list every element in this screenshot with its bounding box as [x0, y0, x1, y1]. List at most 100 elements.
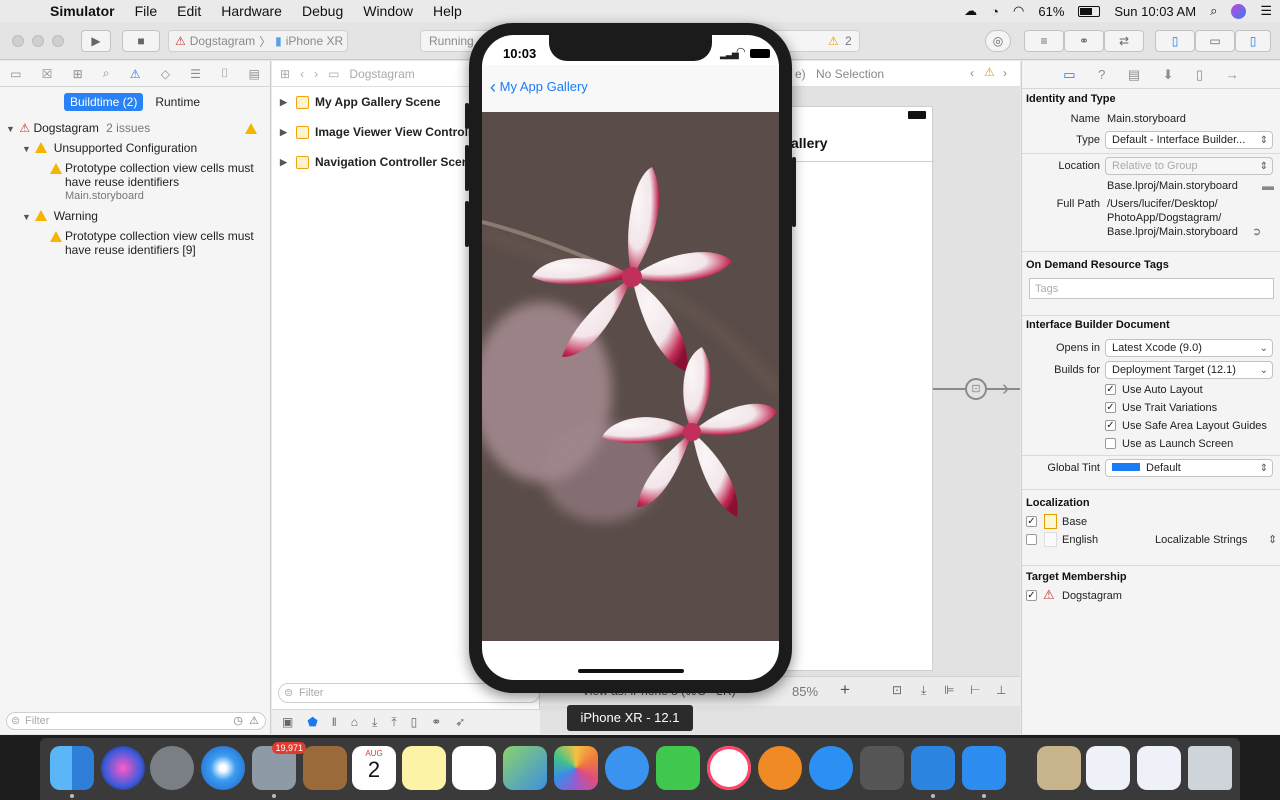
creative-cloud-icon[interactable]: ☁	[964, 3, 977, 19]
tab-buildtime[interactable]: Buildtime (2)	[63, 93, 144, 111]
issue-navigator-icon[interactable]: ⚠	[130, 67, 141, 81]
disclosure-triangle-icon[interactable]: ▶	[280, 127, 290, 138]
related-items-icon[interactable]: ⊞	[280, 67, 290, 81]
localization-english-checkbox[interactable]	[1026, 534, 1037, 545]
view-debugger-icon[interactable]: ▯	[411, 715, 418, 729]
volume-up-button[interactable]	[465, 145, 469, 191]
simulator-icon[interactable]	[962, 746, 1006, 790]
menu-file[interactable]: File	[125, 0, 168, 22]
project-issue-row[interactable]: ▼ ⚠ Dogstagram 2 issues	[0, 121, 270, 135]
tag-icon[interactable]: ⬟	[307, 715, 317, 729]
disclosure-triangle-icon[interactable]: ▼	[22, 144, 32, 154]
quick-help-icon[interactable]: ?	[1098, 67, 1105, 82]
tags-input[interactable]: Tags	[1029, 278, 1274, 299]
localization-english-type[interactable]: Localizable Strings	[1155, 534, 1247, 546]
outline-scene-row[interactable]: ▶ Navigation Controller Scene	[280, 155, 476, 169]
test-icon[interactable]: ◇	[161, 67, 170, 81]
folder-icon[interactable]: ▬	[1262, 179, 1274, 193]
siri-icon[interactable]	[1231, 3, 1247, 19]
update-frames-icon[interactable]: ⊡	[892, 683, 902, 697]
xcode-icon[interactable]	[911, 746, 955, 790]
launchpad-icon[interactable]	[150, 746, 194, 790]
safe-area-checkbox[interactable]: ✓	[1105, 420, 1116, 431]
step-out-icon[interactable]: ⤒	[391, 715, 396, 730]
flower-photo-image[interactable]	[482, 112, 779, 641]
navigator-filter-input[interactable]: ⊜ Filter ◷ ⚠	[6, 712, 266, 730]
disclosure-triangle-icon[interactable]: ▶	[280, 157, 290, 168]
warning-icon[interactable]: ⚠	[828, 34, 839, 48]
toggle-debug-area-button[interactable]: ▭	[1195, 30, 1235, 52]
reveal-in-finder-icon[interactable]: ➲	[1252, 225, 1261, 238]
toggle-inspector-button[interactable]: ▯	[1235, 30, 1271, 52]
target-checkbox[interactable]: ✓	[1026, 590, 1037, 601]
embed-icon[interactable]: ⤓	[921, 683, 926, 698]
side-button[interactable]	[792, 157, 796, 227]
warnings-filter-icon[interactable]: ⚠	[249, 713, 259, 729]
screenshot-thumbnail-icon[interactable]	[1086, 746, 1130, 790]
stop-button[interactable]: ■	[122, 30, 160, 52]
type-popup[interactable]: Default - Interface Builder... ⇕	[1105, 131, 1273, 149]
maps-icon[interactable]	[503, 746, 547, 790]
forward-arrow-icon[interactable]: ›	[1003, 66, 1007, 80]
battery-percent[interactable]: 61%	[1038, 4, 1064, 19]
system-preferences-icon[interactable]	[860, 746, 904, 790]
reminders-icon[interactable]	[452, 746, 496, 790]
trash-icon[interactable]	[1188, 746, 1232, 790]
back-arrow-icon[interactable]: ‹	[300, 67, 304, 81]
assistant-editor-button[interactable]: ⚭	[1064, 30, 1104, 52]
battery-icon[interactable]	[1078, 5, 1101, 17]
back-arrow-icon[interactable]: ‹	[970, 66, 974, 80]
screenshot-thumbnail-icon[interactable]	[1137, 746, 1181, 790]
outline-scene-row[interactable]: ▶ Image Viewer View Controlle	[280, 125, 478, 139]
disclosure-triangle-icon[interactable]: ▼	[22, 212, 32, 222]
launch-screen-checkbox[interactable]	[1105, 438, 1116, 449]
source-control-icon[interactable]: ☒	[42, 67, 53, 81]
app-store-icon[interactable]	[809, 746, 853, 790]
pin-icon[interactable]: ⊢	[970, 683, 980, 697]
builds-for-popup[interactable]: Deployment Target (12.1) ⌄	[1105, 361, 1273, 379]
notes-icon[interactable]	[402, 746, 446, 790]
forward-arrow-icon[interactable]: ›	[314, 67, 318, 81]
menubar-clock[interactable]: Sun 10:03 AM	[1114, 4, 1196, 19]
resolve-issues-icon[interactable]: ⊥	[996, 683, 1006, 697]
menu-debug[interactable]: Debug	[292, 0, 353, 22]
step-over-icon[interactable]: ⌂	[351, 715, 358, 729]
back-button[interactable]: ‹ My App Gallery	[490, 77, 588, 98]
window-close-button[interactable]	[12, 35, 24, 47]
calendar-icon[interactable]: AUG 2	[352, 746, 396, 790]
contacts-icon[interactable]	[303, 746, 347, 790]
file-inspector-icon[interactable]: ▭	[1063, 67, 1075, 83]
tab-runtime[interactable]: Runtime	[149, 93, 206, 111]
localization-base-checkbox[interactable]: ✓	[1026, 516, 1037, 527]
warning-icon[interactable]: ⚠	[984, 65, 995, 79]
wifi-icon[interactable]: ◠	[1013, 3, 1024, 19]
memory-graph-icon[interactable]: ⚭	[431, 715, 441, 729]
notification-center-icon[interactable]: ☰	[1260, 3, 1272, 19]
window-minimize-button[interactable]	[32, 35, 44, 47]
report-icon[interactable]: ▤	[248, 67, 259, 81]
auto-layout-checkbox[interactable]: ✓	[1105, 384, 1116, 395]
breadcrumb-project[interactable]: Dogstagram	[349, 67, 414, 81]
issue-item[interactable]: Prototype collection view cells must hav…	[0, 161, 270, 203]
pause-icon[interactable]: ‖	[332, 715, 337, 729]
home-indicator[interactable]	[578, 669, 684, 673]
debug-icon[interactable]: ☰	[190, 67, 201, 81]
photos-icon[interactable]	[554, 746, 598, 790]
folder-icon[interactable]: ▭	[10, 67, 21, 81]
mail-icon[interactable]: 19,971	[252, 742, 306, 790]
hide-outline-icon[interactable]: ▣	[282, 715, 293, 729]
spotlight-search-icon[interactable]: ⌕	[1210, 3, 1217, 19]
hierarchy-icon[interactable]: ⊞	[73, 67, 83, 81]
issue-group-unsupported[interactable]: ▼ Unsupported Configuration	[0, 141, 270, 155]
opens-in-popup[interactable]: Latest Xcode (9.0) ⌄	[1105, 339, 1273, 357]
ibooks-icon[interactable]	[758, 746, 802, 790]
device-screen[interactable]: ‹ My App Gallery 10:03 ▂▃▅ ◠	[482, 35, 779, 680]
menu-help[interactable]: Help	[423, 0, 472, 22]
window-zoom-button[interactable]	[52, 35, 64, 47]
stack-folder-icon[interactable]	[1037, 746, 1081, 790]
menu-window[interactable]: Window	[353, 0, 423, 22]
standard-editor-button[interactable]: ≡	[1024, 30, 1064, 52]
library-button[interactable]: ◎	[985, 30, 1011, 52]
iphone-simulator-window[interactable]: ‹ My App Gallery 10:03 ▂▃▅ ◠	[465, 23, 796, 693]
trait-variations-checkbox[interactable]: ✓	[1105, 402, 1116, 413]
